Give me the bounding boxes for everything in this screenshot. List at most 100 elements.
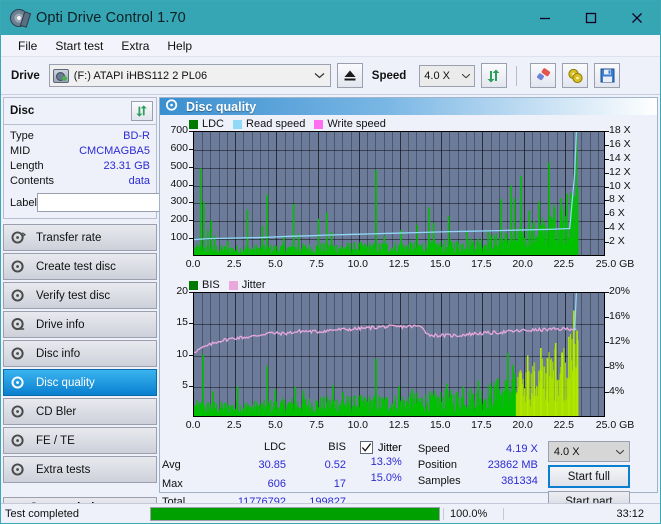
- plot-area: [193, 131, 605, 256]
- x-axis-tick-label: 17.5: [471, 258, 491, 270]
- legend-swatch-write-speed: [314, 120, 323, 129]
- main-body: Disc Type BD-R MID CMCM: [1, 95, 660, 493]
- sidebar-item-disc-info[interactable]: Disc info: [3, 340, 157, 367]
- eraser-button[interactable]: [530, 63, 556, 88]
- drive-select-value: (F:) ATAPI iHBS112 2 PL06: [74, 70, 311, 82]
- panel-header: Disc quality: [160, 98, 657, 115]
- refresh-button[interactable]: [481, 63, 507, 88]
- sidebar-item-extra-tests[interactable]: Extra tests: [3, 456, 157, 483]
- y2-axis-tick: [605, 242, 609, 243]
- maximize-button[interactable]: [568, 1, 614, 35]
- stats-row-avg-label: Avg: [162, 457, 202, 476]
- menu-extra[interactable]: Extra: [112, 37, 158, 55]
- legend-label-read-speed: Read speed: [246, 118, 305, 130]
- legend-label-bis: BIS: [202, 279, 220, 291]
- verify-test-disc-icon: [11, 288, 28, 303]
- legend-swatch-jitter: [229, 281, 238, 290]
- readout-speed-label: Speed: [418, 441, 476, 457]
- bis-jitter-chart[interactable]: 51015204%8%12%16%20%0.02.55.07.510.012.5…: [160, 292, 657, 438]
- sidebar-item-transfer-rate[interactable]: Transfer rate: [3, 224, 157, 251]
- y-axis-tick-label: 700: [160, 124, 188, 136]
- progress-bar: [150, 507, 440, 521]
- menu-start-test[interactable]: Start test: [46, 37, 112, 55]
- chevron-down-icon: [612, 447, 629, 457]
- disc-mid-value: CMCMAGBA5: [79, 144, 150, 159]
- plot-area: [193, 292, 605, 417]
- sidebar-item-verify-test-disc[interactable]: Verify test disc: [3, 282, 157, 309]
- legend-label-ldc: LDC: [202, 118, 224, 130]
- disc-quality-panel: Disc quality LDC Read speed Write speed …: [159, 97, 658, 493]
- sidebar-item-drive-info[interactable]: Drive info: [3, 311, 157, 338]
- menu-help[interactable]: Help: [158, 37, 201, 55]
- extra-tests-icon: [11, 462, 28, 477]
- cd-bler-icon: [11, 404, 28, 419]
- y-axis-tick-label: 10: [160, 348, 188, 360]
- jitter-max-value: 15.0%: [360, 470, 402, 486]
- save-button[interactable]: [594, 63, 620, 88]
- legend-label-write-speed: Write speed: [327, 118, 386, 130]
- disc-info-icon: [11, 346, 28, 361]
- drive-select[interactable]: (F:) ATAPI iHBS112 2 PL06: [49, 64, 331, 87]
- sidebar-label: Disc quality: [36, 377, 95, 389]
- speed-select[interactable]: 4.0 X: [419, 65, 475, 87]
- ldc-chart[interactable]: 1002003004005006007002 X4 X6 X8 X10 X12 …: [160, 131, 657, 277]
- drive-label: Drive: [11, 70, 40, 82]
- y2-axis-tick-label: 8 X: [609, 193, 625, 205]
- y-axis-tick-label: 300: [160, 195, 188, 207]
- close-button[interactable]: [614, 1, 660, 35]
- status-message: Test completed: [1, 508, 147, 520]
- legend-swatch-ldc: [189, 120, 198, 129]
- sidebar-item-fe-te[interactable]: FE / TE: [3, 427, 157, 454]
- y2-axis-tick-label: 6 X: [609, 207, 625, 219]
- window-controls: [522, 1, 660, 35]
- readout-samples-value: 381334: [476, 473, 538, 489]
- minimize-button[interactable]: [522, 1, 568, 35]
- disc-refresh-button[interactable]: [131, 101, 153, 121]
- speed-select-value: 4.0 X: [424, 70, 457, 82]
- jitter-avg-value: 13.3%: [360, 454, 402, 470]
- start-full-button[interactable]: Start full: [548, 465, 630, 488]
- series-read-speed: [194, 132, 576, 240]
- x-axis-tick-label: 0.0: [186, 258, 201, 270]
- x-axis-tick-label: 22.5: [554, 258, 574, 270]
- sidebar-item-cd-bler[interactable]: CD Bler: [3, 398, 157, 425]
- sidebar-item-create-test-disc[interactable]: Create test disc: [3, 253, 157, 280]
- y2-axis-tick: [605, 131, 609, 132]
- y-axis-tick: [189, 167, 193, 168]
- sidebar-item-disc-quality[interactable]: Disc quality: [3, 369, 157, 396]
- sidebar: Disc Type BD-R MID CMCM: [1, 95, 159, 493]
- jitter-checkbox[interactable]: [360, 441, 373, 454]
- create-test-disc-icon: [11, 259, 28, 274]
- status-bar: Test completed 100.0% 33:12: [1, 503, 660, 523]
- speed-label: Speed: [372, 70, 407, 82]
- disc-gold-button[interactable]: [562, 63, 588, 88]
- y-axis-tick-label: 5: [160, 379, 188, 391]
- disc-mid-label: MID: [10, 144, 30, 159]
- readout-position-label: Position: [418, 457, 476, 473]
- elapsed-time: 33:12: [503, 508, 660, 520]
- y-axis-tick-label: 400: [160, 178, 188, 190]
- x-axis-tick-label: 20.0: [512, 258, 532, 270]
- test-speed-value: 4.0 X: [554, 446, 612, 458]
- x-axis-tick-label: 2.5: [227, 419, 242, 431]
- y-axis-tick: [189, 355, 193, 356]
- x-axis-tick-label: 2.5: [227, 258, 242, 270]
- legend-swatch-read-speed: [233, 120, 242, 129]
- test-speed-select[interactable]: 4.0 X: [548, 441, 630, 462]
- stats-corner: [162, 441, 202, 457]
- eject-button[interactable]: [337, 63, 363, 88]
- disc-info-panel: Disc Type BD-R MID CMCM: [3, 97, 157, 219]
- y2-axis-tick-label: 12%: [609, 335, 630, 347]
- application-window: Opti Drive Control 1.70 File Start test …: [0, 0, 661, 524]
- disc-row-mid: MID CMCMAGBA5: [10, 144, 150, 159]
- disc-length-label: Length: [10, 159, 44, 174]
- sidebar-label: Transfer rate: [36, 232, 101, 244]
- y2-axis-tick-label: 4%: [609, 385, 624, 397]
- disc-row-length: Length 23.31 GB: [10, 159, 150, 174]
- menu-file[interactable]: File: [9, 37, 46, 55]
- y2-axis-tick-label: 8%: [609, 360, 624, 372]
- y2-axis-tick: [605, 200, 609, 201]
- x-axis-tick-label: 12.5: [389, 419, 409, 431]
- y2-axis-tick-label: 14 X: [609, 152, 631, 164]
- series-read-speed: [575, 293, 577, 331]
